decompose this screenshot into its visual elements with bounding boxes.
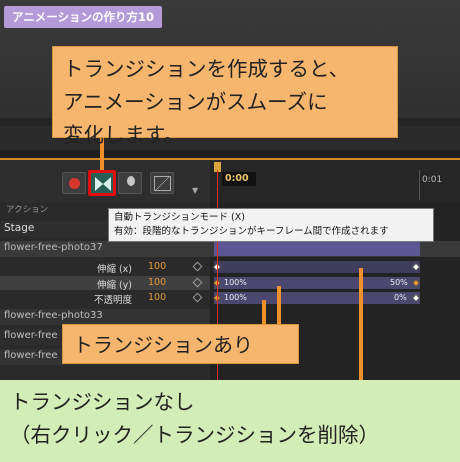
- tooltip: 自動トランジションモード (X) 有効：段階的なトランジションがキーフレーム間で…: [108, 208, 434, 242]
- property-row-scale-x[interactable]: 伸縮 (x) 100: [0, 260, 210, 275]
- callout-connector: [359, 268, 363, 392]
- track-value-end: 0%: [394, 293, 407, 302]
- layer-row[interactable]: flower-free-photo33: [0, 309, 210, 325]
- property-name: 伸縮 (y): [96, 280, 132, 291]
- property-row-opacity[interactable]: 不透明度 100: [0, 291, 210, 306]
- property-name: 伸縮 (x): [96, 264, 132, 275]
- tooltip-title: 自動トランジションモード (X): [114, 212, 245, 223]
- auto-transition-button[interactable]: [88, 170, 116, 196]
- callout-line: トランジションを作成すると、: [63, 57, 350, 81]
- property-value[interactable]: 100: [148, 261, 166, 272]
- curve-icon: [154, 176, 171, 191]
- property-row-scale-y[interactable]: 伸縮 (y) 100: [0, 276, 210, 291]
- pin-icon: [127, 176, 135, 186]
- track-value-start: 100%: [224, 293, 247, 302]
- chevron-down-icon[interactable]: ▼: [192, 186, 198, 195]
- pin-button[interactable]: [118, 172, 142, 194]
- callout-with-transition: トランジションあり: [62, 324, 299, 364]
- ruler-tick: [419, 170, 420, 200]
- track-value-end: 50%: [390, 278, 408, 287]
- tooltip-description: 有効：段階的なトランジションがキーフレーム間で作成されます: [114, 226, 389, 237]
- callout-without-transition: トランジションなし （右クリック／トランジションを削除）: [0, 380, 460, 462]
- title-badge: アニメーションの作り方10: [4, 6, 163, 28]
- property-value[interactable]: 100: [148, 277, 166, 288]
- keyframe-toggle-icon[interactable]: [192, 277, 203, 288]
- callout-line: （右クリック／トランジションを削除）: [10, 423, 379, 447]
- callout-line: アニメーションがスムーズに: [63, 90, 328, 114]
- property-name: 不透明度: [93, 295, 132, 306]
- property-value[interactable]: 100: [148, 292, 166, 303]
- bowtie-icon: [95, 177, 111, 191]
- callout-line: トランジションなし: [10, 390, 195, 414]
- record-button[interactable]: [62, 172, 86, 194]
- callout-line: 変化します。: [63, 123, 184, 147]
- layer-track-selected[interactable]: [214, 242, 420, 256]
- record-icon: [69, 178, 80, 189]
- callout-transition-info: トランジションを作成すると、 アニメーションがスムーズに 変化します。: [52, 46, 398, 147]
- graph-editor-button[interactable]: [150, 172, 174, 194]
- keyframe-toggle-icon[interactable]: [192, 292, 203, 303]
- track-value-start: 100%: [224, 278, 247, 287]
- keyframe-toggle-icon[interactable]: [192, 261, 203, 272]
- ruler-label-1s: 0:01: [422, 175, 443, 185]
- current-time: 0:00: [222, 172, 256, 186]
- track-scale-x[interactable]: [214, 261, 420, 273]
- callout-connector: [277, 286, 281, 324]
- callout-connector: [262, 300, 266, 324]
